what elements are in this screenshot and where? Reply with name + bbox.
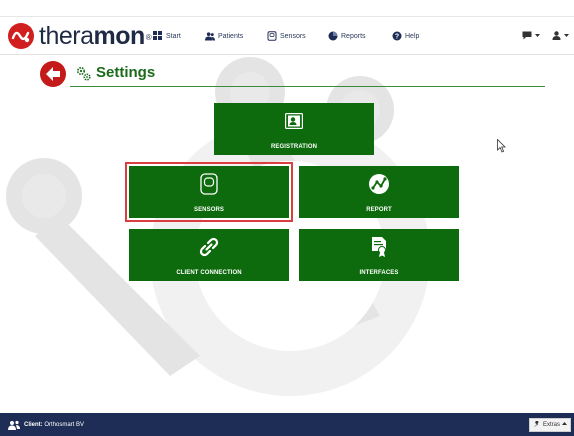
user-icon: [552, 30, 561, 42]
pie-chart-icon: [328, 31, 338, 41]
chevron-down-icon: [564, 33, 569, 40]
nav-sensors[interactable]: Sensors: [267, 29, 306, 43]
tile-sensors-label: SENSORS: [193, 207, 225, 213]
title-divider: [70, 86, 545, 87]
tile-client-connection-label: CLIENT CONNECTION: [176, 270, 242, 276]
svg-text:?: ?: [395, 34, 399, 41]
tile-interfaces[interactable]: INTERFACES: [299, 229, 459, 281]
tile-report-label: REPORT: [366, 207, 392, 213]
logo-wordmark: theramon®: [39, 22, 152, 50]
logo-wordmark-prefix: thera: [39, 22, 94, 50]
nav-start-label: Start: [166, 32, 181, 40]
footer-client-name: Orthosmart BV: [44, 422, 85, 428]
settings-gears-icon: [76, 66, 92, 82]
wrench-icon: [533, 420, 540, 430]
footer-client-info: Client: Orthosmart BV: [8, 419, 84, 431]
tile-interfaces-label: INTERFACES: [359, 270, 399, 276]
mouse-cursor-icon: [497, 139, 506, 153]
extras-button[interactable]: Extras: [529, 418, 571, 432]
messages-dropdown[interactable]: [522, 28, 540, 44]
certificate-icon: [367, 235, 391, 259]
id-card-icon: [282, 109, 306, 133]
sensor-device-icon: [197, 172, 221, 196]
logo-registered-mark: ®: [145, 33, 152, 42]
tile-registration[interactable]: REGISTRATION: [214, 103, 374, 155]
nav-sensors-label: Sensors: [280, 32, 306, 40]
logo-wordmark-emphasis: mon: [93, 22, 145, 50]
grid-icon: [153, 31, 163, 41]
client-users-icon: [8, 420, 20, 430]
users-icon: [205, 31, 215, 41]
nav-reports[interactable]: Reports: [328, 29, 366, 43]
footer-client-label: Client:: [24, 422, 43, 428]
tile-sensors[interactable]: SENSORS: [125, 162, 293, 222]
theramon-logo[interactable]: theramon®: [8, 22, 152, 50]
footer-bar: Client: Orthosmart BV Extras: [0, 413, 574, 436]
tile-client-connection[interactable]: CLIENT CONNECTION: [129, 229, 289, 281]
theramon-logo-icon: [8, 23, 34, 49]
link-icon: [197, 235, 221, 259]
message-icon: [522, 31, 532, 42]
nav-reports-label: Reports: [341, 32, 366, 40]
extras-label: Extras: [542, 422, 560, 428]
help-circle-icon: ?: [392, 31, 402, 41]
tile-registration-label: REGISTRATION: [270, 144, 318, 150]
nav-patients[interactable]: Patients: [205, 29, 243, 43]
sensor-icon: [267, 31, 277, 41]
back-button[interactable]: [40, 61, 66, 87]
nav-patients-label: Patients: [218, 32, 244, 40]
arrow-left-icon: [46, 67, 60, 81]
page-title: Settings: [96, 64, 156, 81]
tile-report[interactable]: REPORT: [299, 166, 459, 218]
user-dropdown[interactable]: [552, 28, 569, 44]
nav-help-label: Help: [405, 32, 420, 40]
top-navbar: theramon® Start Patients Sensors Reports…: [0, 17, 574, 55]
nav-help[interactable]: ? Help: [392, 29, 419, 43]
nav-start[interactable]: Start: [153, 29, 181, 43]
report-chart-icon: [367, 172, 391, 196]
chevron-up-icon: [562, 422, 567, 428]
window-top-strip: [0, 0, 574, 16]
chevron-down-icon: [535, 33, 540, 40]
